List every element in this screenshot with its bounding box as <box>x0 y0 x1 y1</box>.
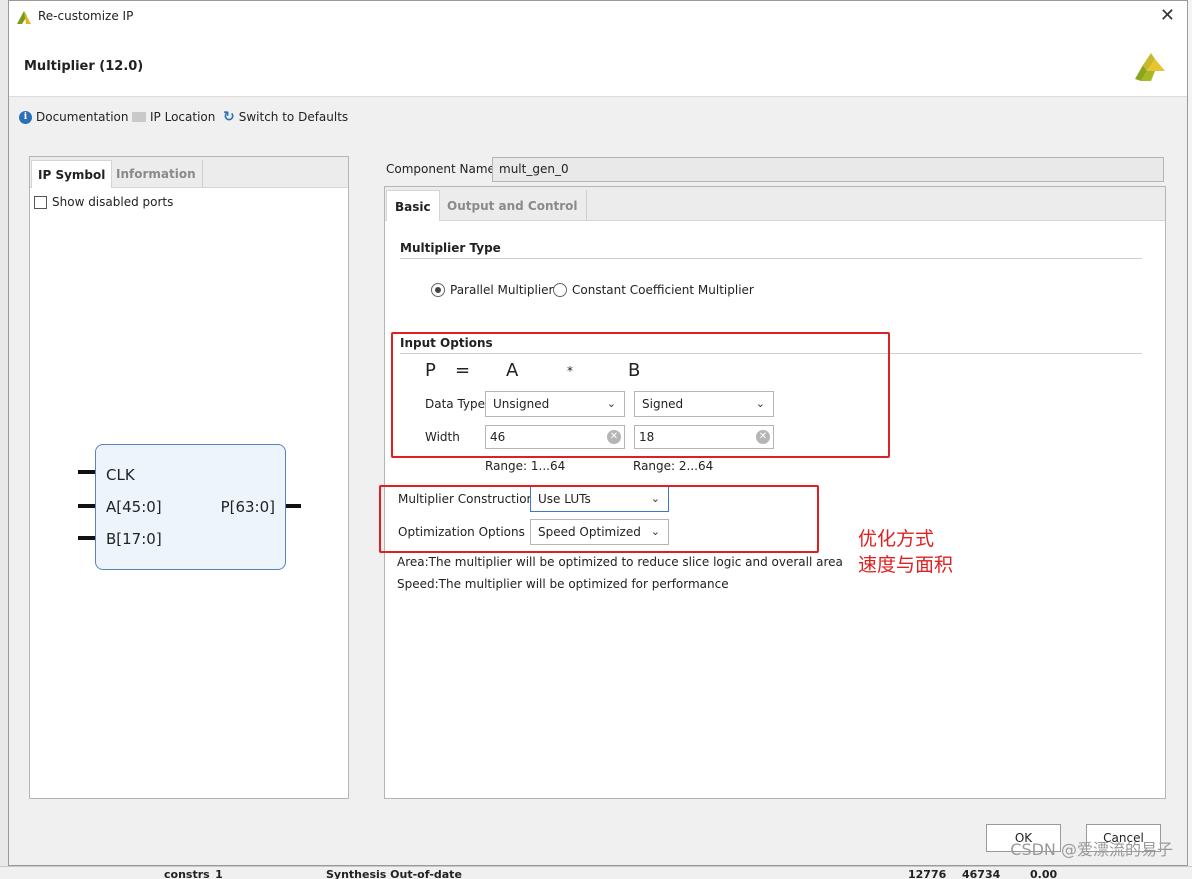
constant-coefficient-radio[interactable] <box>553 283 567 297</box>
ip-symbol-panel: IP Symbol Information Show disabled port… <box>29 156 349 799</box>
refresh-icon: ↻ <box>223 109 235 125</box>
component-name-field[interactable]: mult_gen_0 <box>492 157 1164 182</box>
bg-number-2: 46734 <box>962 868 1001 879</box>
background-app-left-strip <box>0 0 8 879</box>
b-pin <box>78 536 95 540</box>
csdn-watermark: CSDN @爱漂流的易子 <box>1010 840 1173 859</box>
tab-information[interactable]: Information <box>110 160 203 188</box>
bg-synthesis-text: Synthesis Out-of-date <box>326 868 462 879</box>
annotation-line-2: 速度与面积 <box>858 554 954 576</box>
background-app-status-row: constrs_1 Synthesis Out-of-date 12776 46… <box>0 866 1192 879</box>
close-icon[interactable]: ✕ <box>1160 5 1175 26</box>
annotation-line-1: 优化方式 <box>858 528 935 550</box>
parallel-multiplier-radio[interactable] <box>431 283 445 297</box>
a-pin <box>78 504 95 508</box>
documentation-button[interactable]: i Documentation <box>19 110 129 124</box>
component-name-label: Component Name <box>386 162 495 176</box>
bg-number-3: 0.00 <box>1030 868 1058 879</box>
port-clk: CLK <box>106 466 135 484</box>
window-title: Re-customize IP <box>38 9 134 23</box>
constant-coefficient-label: Constant Coefficient Multiplier <box>572 283 754 297</box>
constant-coefficient-option[interactable]: Constant Coefficient Multiplier <box>553 283 754 297</box>
tab-ip-symbol[interactable]: IP Symbol <box>31 160 113 188</box>
documentation-label: Documentation <box>36 110 129 124</box>
ip-title: Multiplier (12.0) <box>24 59 144 74</box>
vivado-logo-icon <box>17 11 31 24</box>
b-width-range: Range: 2...64 <box>633 459 714 473</box>
port-p: P[63:0] <box>220 498 275 516</box>
left-tab-strip: IP Symbol Information <box>30 157 348 188</box>
ip-header: Multiplier (12.0) <box>9 33 1187 97</box>
parallel-multiplier-label: Parallel Multiplier <box>450 283 554 297</box>
parallel-multiplier-option[interactable]: Parallel Multiplier <box>431 283 553 297</box>
bg-number-1: 12776 <box>908 868 947 879</box>
ip-symbol-block: CLK A[45:0] B[17:0] P[63:0] <box>95 444 286 570</box>
folder-icon <box>132 112 146 122</box>
multiplier-type-title: Multiplier Type <box>400 241 501 255</box>
annotation-text: 优化方式 速度与面积 <box>858 526 953 578</box>
recustomize-ip-dialog: Re-customize IP ✕ Multiplier (12.0) i Do… <box>8 0 1188 866</box>
bg-constrs-text: constrs_1 <box>164 868 223 879</box>
ip-location-button[interactable]: IP Location <box>132 110 215 124</box>
switch-to-defaults-label: Switch to Defaults <box>238 110 349 124</box>
toolbar: i Documentation IP Location ↻ Switch to … <box>9 98 1187 136</box>
right-tab-strip: Basic Output and Control <box>385 187 1165 221</box>
port-a: A[45:0] <box>106 498 162 516</box>
switch-to-defaults-button[interactable]: ↻ Switch to Defaults <box>223 110 348 124</box>
multiplier-type-divider <box>400 258 1142 259</box>
tab-output-and-control[interactable]: Output and Control <box>439 190 587 221</box>
show-disabled-ports-checkbox[interactable] <box>34 195 47 209</box>
input-options-highlight-box <box>391 332 890 458</box>
show-disabled-ports-row: Show disabled ports <box>34 195 173 209</box>
construction-highlight-box <box>379 485 819 553</box>
title-bar: Re-customize IP ✕ <box>9 1 1187 33</box>
a-width-range: Range: 1...64 <box>485 459 566 473</box>
port-b: B[17:0] <box>106 530 162 548</box>
info-icon: i <box>19 110 32 124</box>
ip-location-label: IP Location <box>150 110 216 124</box>
area-description: Area:The multiplier will be optimized to… <box>397 555 843 569</box>
xilinx-logo-icon <box>1135 53 1165 81</box>
clk-pin <box>78 470 95 474</box>
speed-description: Speed:The multiplier will be optimized f… <box>397 577 729 591</box>
tab-basic[interactable]: Basic <box>386 190 440 221</box>
show-disabled-ports-label: Show disabled ports <box>52 195 174 209</box>
p-pin <box>286 504 301 508</box>
